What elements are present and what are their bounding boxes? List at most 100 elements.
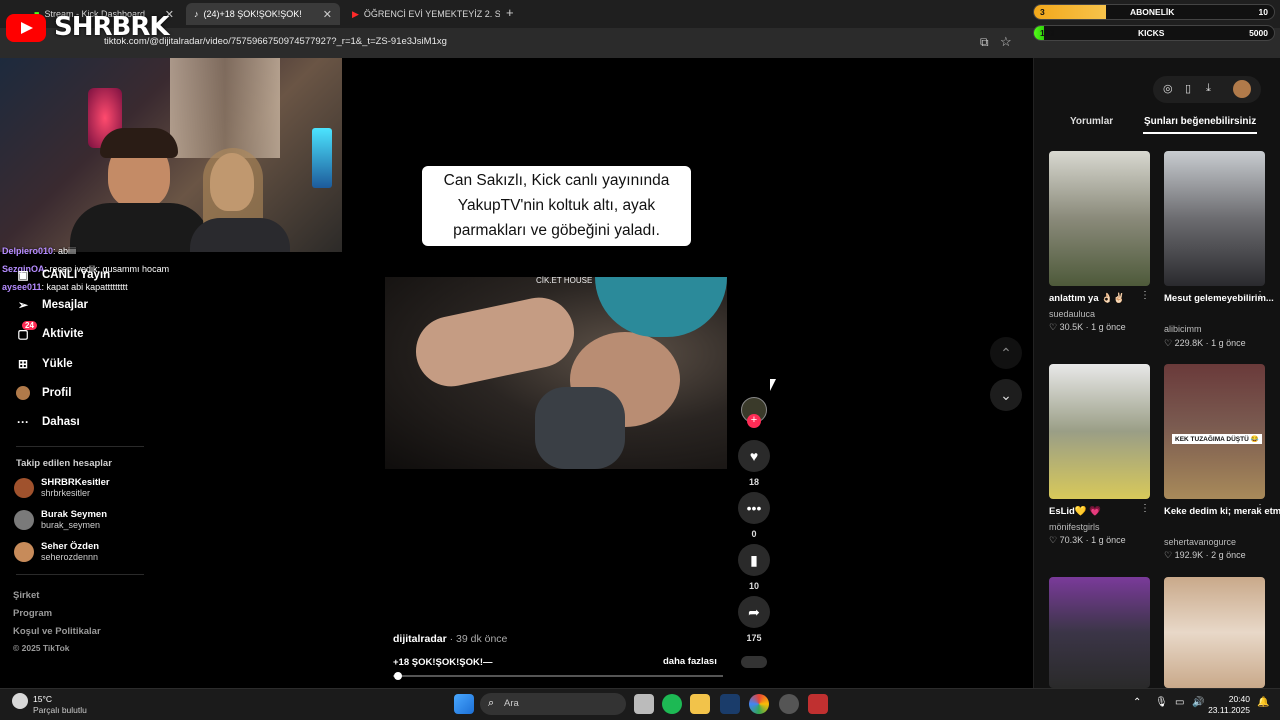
more-options-icon[interactable]: ⋮ — [1140, 290, 1150, 301]
copyright: © 2025 TikTok — [13, 643, 70, 653]
video-progress-track[interactable] — [393, 675, 723, 677]
webcam-feed — [0, 58, 342, 252]
suggested-video-title[interactable]: anlattım ya 👌🏻✌🏻 — [1049, 293, 1125, 304]
video-player[interactable] — [385, 277, 727, 469]
tab-comments[interactable]: Yorumlar — [1070, 116, 1113, 127]
suggested-video-thumbnail[interactable] — [1164, 577, 1265, 688]
sidebar-divider — [16, 574, 144, 575]
close-tab-icon[interactable]: ✕ — [317, 8, 332, 21]
next-video-button[interactable]: ⌄ — [990, 379, 1022, 411]
paper-plane-icon: ➢ — [17, 298, 29, 312]
clock-date[interactable]: 23.11.2025 — [1200, 705, 1250, 715]
compass-icon[interactable]: ◎ — [1163, 82, 1173, 95]
music-disc-icon[interactable] — [741, 656, 767, 668]
tab-tiktok-video[interactable]: ♪ (24)+18 ŞOK!ŞOK!ŞOK! ✕ — [186, 3, 340, 25]
weather-desc[interactable]: Parçalı bulutlu — [33, 705, 87, 715]
video-caption-box: Can Sakızlı, Kick canlı yayınında YakupT… — [422, 166, 691, 246]
sidebar-item-profile[interactable]: Profil — [16, 386, 71, 400]
tab-youtube-video[interactable]: ▶ ÖĞRENCİ EVİ YEMEKTEYİZ 2. S... ✕ — [344, 3, 500, 25]
follow-plus-icon[interactable]: + — [747, 414, 761, 428]
more-options-icon[interactable]: ⋮ — [1140, 503, 1150, 514]
plus-square-icon: ⊞ — [17, 357, 29, 371]
search-placeholder: Ara — [504, 698, 519, 709]
suggested-video-thumbnail[interactable] — [1049, 151, 1150, 286]
task-view-icon[interactable] — [634, 694, 654, 714]
taskbar-search[interactable]: ⌕ Ara — [480, 693, 626, 715]
more-options-icon[interactable]: ⋮ — [1255, 290, 1265, 301]
chrome-icon[interactable] — [749, 694, 769, 714]
chevron-up-icon: ⌃ — [1000, 344, 1012, 361]
suggested-video-user[interactable]: alibicimm — [1164, 324, 1202, 334]
sidebar-item-upload[interactable]: ⊞ Yükle — [16, 357, 73, 371]
suggested-video-user[interactable]: mönifestgirls — [1049, 522, 1100, 532]
tab-suggestions[interactable]: Şunları beğenebilirsiniz — [1144, 116, 1256, 127]
video-title: +18 ŞOK!ŞOK!ŞOK!— — [393, 657, 493, 668]
video-author[interactable]: dijitalradar · 39 dk önce — [393, 633, 507, 645]
comment-button[interactable]: ••• — [738, 492, 770, 524]
video-watermark: CİK.ET HOUSE — [536, 276, 593, 285]
share-button[interactable]: ➦ — [738, 596, 770, 628]
footer-link-company[interactable]: Şirket — [13, 590, 39, 601]
suggested-video-user[interactable]: sehertavanogurce — [1164, 537, 1236, 547]
footer-link-program[interactable]: Program — [13, 608, 52, 619]
sidebar-item-activity[interactable]: ▢ 24 Aktivite — [16, 321, 84, 341]
following-title: Takip edilen hesaplar — [16, 458, 112, 469]
suggested-video-thumbnail[interactable] — [1049, 364, 1150, 499]
like-button[interactable]: ♥ — [738, 440, 770, 472]
comment-icon: ••• — [746, 500, 762, 516]
streamer-body — [70, 203, 210, 252]
suggested-video-meta: ♡ 229.8K · 1 g önce — [1164, 338, 1246, 348]
bookmark-icon: ▮ — [750, 551, 758, 568]
active-tab-indicator — [1143, 132, 1257, 134]
sidebar-item-live[interactable]: ▣ CANLI Yayın — [16, 268, 110, 282]
following-account[interactable]: Burak Seymen burak_seymen — [14, 509, 107, 530]
more-link[interactable]: daha fazlası — [663, 656, 717, 667]
avatar[interactable] — [1233, 80, 1251, 98]
file-explorer-icon[interactable] — [690, 694, 710, 714]
avatar — [14, 509, 34, 530]
notification-bell-icon[interactable]: 🔔 — [1257, 697, 1269, 708]
spotify-icon[interactable] — [662, 694, 682, 714]
app-icon[interactable] — [808, 694, 828, 714]
steam-icon[interactable] — [720, 694, 740, 714]
app-icon[interactable] — [779, 694, 799, 714]
sidebar-item-messages[interactable]: ➢ Mesajlar — [16, 298, 88, 312]
streamer-hair — [100, 128, 178, 158]
new-tab-button[interactable]: + — [506, 5, 514, 20]
bookmark-star-icon[interactable]: ☆ — [1000, 34, 1012, 50]
weather-temp[interactable]: 15°C — [33, 694, 52, 704]
microphone-icon[interactable]: 🎙 — [1155, 697, 1168, 708]
footer-link-terms[interactable]: Koşul ve Politikalar — [13, 626, 101, 637]
download-icon[interactable]: ⤓ — [1206, 82, 1211, 95]
youtube-icon: ▶ — [352, 8, 359, 19]
comment-count: 0 — [751, 529, 757, 539]
following-account[interactable]: Seher Özden seherozdennn — [14, 541, 99, 562]
subscriber-goal-bar: 3 ABONELİK 10 — [1033, 4, 1275, 20]
suggested-video-meta: ♡ 192.9K · 2 g önce — [1164, 550, 1246, 560]
caption-line: Can Sakızlı, Kick canlı yayınında — [443, 172, 670, 189]
device-icon[interactable]: ▯ — [1185, 82, 1191, 95]
kicks-label: KICKS — [1138, 28, 1165, 38]
clock-time[interactable]: 20:40 — [1214, 694, 1250, 704]
video-progress-handle[interactable] — [394, 672, 402, 680]
thumbnail-caption: KEK TUZAĞIMA DÜŞTÜ 😂 — [1172, 434, 1262, 444]
more-options-icon[interactable]: ⋮ — [1255, 503, 1265, 514]
save-button[interactable]: ▮ — [738, 544, 770, 576]
kicks-goal-bar: 100 KICKS 5000 — [1033, 25, 1275, 41]
video-frame-hand — [535, 387, 625, 469]
chevron-up-icon[interactable]: ⌃ — [1133, 697, 1141, 708]
activity-badge: 24 — [22, 321, 37, 330]
chat-message: aysee011: kapat abi kapattttttttt — [2, 282, 128, 292]
suggested-video-thumbnail[interactable] — [1164, 151, 1265, 286]
avatar — [14, 541, 34, 562]
suggested-video-thumbnail[interactable] — [1049, 577, 1150, 688]
suggested-video-title[interactable]: EsLid💛 💗 — [1049, 506, 1101, 517]
previous-video-button[interactable]: ⌃ — [990, 337, 1022, 369]
install-app-icon[interactable]: ⧉ — [980, 35, 989, 50]
suggested-video-user[interactable]: suedauluca — [1049, 309, 1095, 319]
suggested-video-thumbnail[interactable]: KEK TUZAĞIMA DÜŞTÜ 😂 — [1164, 364, 1265, 499]
network-icon[interactable]: ▭ — [1175, 697, 1184, 708]
sidebar-item-more[interactable]: ··· Dahası — [16, 415, 80, 429]
following-account[interactable]: SHRBRKesitler shrbrkesitler — [14, 477, 110, 498]
windows-start-icon[interactable] — [454, 694, 474, 714]
